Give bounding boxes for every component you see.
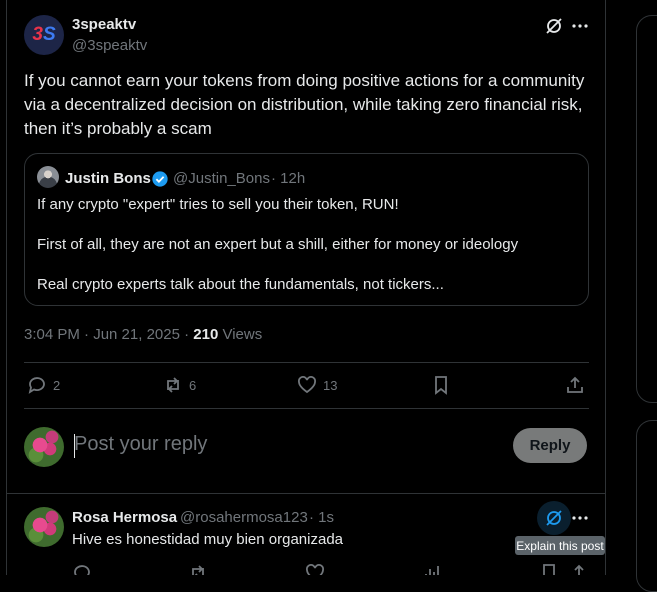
- divider-bottom: [24, 408, 589, 409]
- repost-icon: [192, 565, 204, 575]
- share-action[interactable]: [565, 375, 585, 395]
- bookmark-action[interactable]: [431, 375, 451, 395]
- divider-top: [24, 362, 589, 363]
- composer-divider: [7, 493, 605, 494]
- quote-author-handle[interactable]: @Justin_Bons: [173, 170, 270, 187]
- author-name[interactable]: 3speaktv: [72, 16, 136, 33]
- quoted-post[interactable]: Justin Bons @Justin_Bons · 12h If any cr…: [24, 153, 589, 306]
- repost-action[interactable]: 6: [163, 375, 196, 395]
- right-sidebar-card-bottom: [636, 420, 657, 592]
- post-column: 3S 3speaktv @3speaktv If you cannot earn…: [6, 0, 606, 575]
- reply-icon: [74, 565, 90, 575]
- like-icon: [306, 564, 324, 575]
- reply-author-name[interactable]: Rosa Hermosa: [72, 509, 177, 526]
- reply-author-avatar[interactable]: [24, 507, 64, 547]
- composer-avatar[interactable]: [24, 427, 64, 467]
- reply-more-icon[interactable]: [570, 508, 590, 533]
- reply-row-views-action[interactable]: [422, 563, 442, 575]
- repost-count: 6: [189, 377, 197, 393]
- reply-author-handle[interactable]: @rosahermosa123: [180, 509, 308, 526]
- reply-button[interactable]: Reply: [513, 428, 587, 463]
- like-icon: [298, 376, 316, 394]
- like-action[interactable]: 13: [297, 375, 337, 395]
- more-icon[interactable]: [570, 16, 590, 41]
- views-count: 210: [193, 326, 219, 343]
- quote-line-1: If any crypto "expert" tries to sell you…: [37, 196, 399, 213]
- avatar-mark-a: 3: [32, 24, 43, 45]
- share-icon: [571, 564, 587, 575]
- repost-icon: [167, 377, 179, 393]
- reply-row-bookmark-action[interactable]: [539, 563, 559, 575]
- reply-input[interactable]: Post your reply: [74, 433, 207, 456]
- quote-line-2: First of all, they are not an expert but…: [37, 236, 519, 253]
- reply-age[interactable]: · 1s: [309, 509, 334, 526]
- bookmark-icon: [543, 564, 555, 575]
- reply-text: Hive es honestidad muy bien organizada: [72, 531, 344, 548]
- like-count: 13: [323, 377, 338, 393]
- quote-author-name[interactable]: Justin Bons: [65, 170, 151, 187]
- bookmark-icon: [435, 376, 447, 395]
- reply-count: 2: [53, 377, 61, 393]
- reply-icon: [28, 377, 45, 394]
- post-timestamp: 3:04 PM · Jun 21, 2025 · 210 Views: [24, 326, 262, 343]
- verified-icon: [151, 170, 169, 193]
- right-sidebar-card-top: [636, 15, 657, 403]
- views-icon: [425, 566, 439, 575]
- quote-age[interactable]: · 12h: [271, 170, 305, 187]
- views-label: Views: [218, 326, 263, 343]
- explain-tooltip: Explain this post: [515, 536, 605, 555]
- reply-action[interactable]: 2: [27, 375, 60, 395]
- reply-row-repost-action[interactable]: [188, 563, 208, 575]
- share-icon: [567, 376, 583, 393]
- post-time[interactable]: 3:04 PM · Jun 21, 2025 ·: [24, 326, 193, 343]
- grok-icon[interactable]: [544, 16, 564, 41]
- author-avatar[interactable]: 3S: [24, 15, 64, 55]
- reply-grok-icon[interactable]: [544, 508, 564, 533]
- tweet-text: If you cannot earn your tokens from doin…: [24, 71, 585, 138]
- avatar-mark-b: S: [42, 24, 56, 45]
- quote-author-avatar[interactable]: [37, 166, 59, 188]
- reply-row-reply-action[interactable]: [72, 563, 92, 575]
- quote-line-3: Real crypto experts talk about the funda…: [37, 276, 444, 293]
- author-handle[interactable]: @3speaktv: [72, 37, 147, 54]
- reply-row-like-action[interactable]: [305, 563, 325, 575]
- reply-row-share-action[interactable]: [569, 563, 589, 575]
